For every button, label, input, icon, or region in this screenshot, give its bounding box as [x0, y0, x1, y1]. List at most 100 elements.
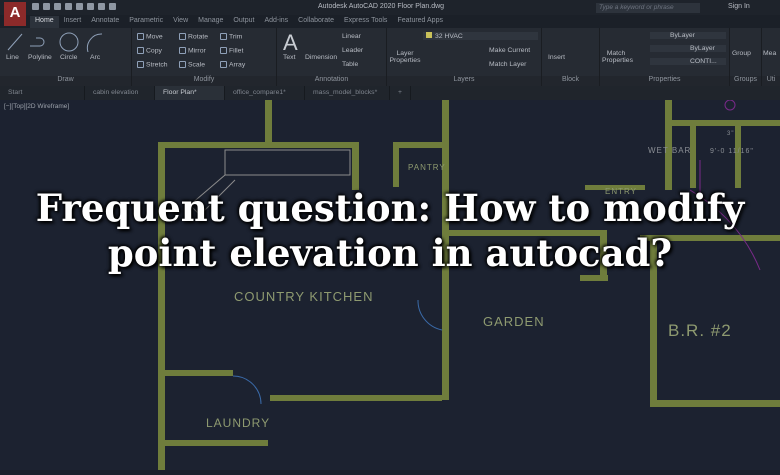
tab-add-ins[interactable]: Add-ins [259, 16, 293, 28]
utilities-panel-label[interactable]: Uti [762, 76, 780, 86]
doors [232, 299, 443, 405]
draw-panel-label[interactable]: Draw [0, 76, 131, 86]
trim-button[interactable]: Trim [220, 33, 242, 40]
room-wet-bar: WET BAR [648, 146, 691, 155]
room-laundry: LAUNDRY [206, 416, 270, 430]
sign-in-button[interactable]: Sign In [728, 3, 750, 10]
layers-panel-label[interactable]: Layers [387, 76, 541, 86]
polyline-button[interactable]: Polyline [28, 54, 52, 61]
search-input[interactable]: Type a keyword or phrase [596, 3, 700, 13]
window-title: Autodesk AutoCAD 2020 Floor Plan.dwg [318, 3, 445, 10]
insert-button[interactable]: Insert [548, 54, 565, 61]
room-country-kitchen: COUNTRY KITCHEN [234, 289, 373, 304]
mirror-button[interactable]: Mirror [179, 47, 206, 54]
move-icon [137, 33, 144, 40]
save-as-icon[interactable] [65, 3, 72, 10]
scale-icon [179, 61, 186, 68]
modify-panel: Move Rotate Trim Copy Mirror Fillet Stre… [132, 28, 277, 86]
line-button[interactable]: Line [6, 54, 19, 61]
tab-insert[interactable]: Insert [59, 16, 87, 28]
tab-output[interactable]: Output [228, 16, 259, 28]
modify-panel-label[interactable]: Modify [132, 76, 276, 86]
layer-properties-button[interactable]: Layer Properties [389, 50, 421, 64]
color-dropdown[interactable]: ByLayer [650, 32, 726, 39]
tab-annotate[interactable]: Annotate [86, 16, 124, 28]
new-tab-button[interactable]: + [390, 86, 411, 100]
linear-button[interactable]: Linear [342, 33, 361, 40]
undo-icon[interactable] [98, 3, 105, 10]
block-panel: Insert Block [542, 28, 600, 86]
layer-color-swatch [426, 32, 432, 38]
group-button[interactable]: Group [732, 50, 751, 57]
print-icon[interactable] [87, 3, 94, 10]
new-icon[interactable] [32, 3, 39, 10]
text-icon: A [283, 30, 298, 55]
dimension-button[interactable]: Dimension [305, 54, 337, 61]
array-button[interactable]: Array [220, 61, 245, 68]
draw-icons [7, 32, 103, 52]
document-tabs: Start cabin elevation Floor Plan* office… [0, 86, 780, 100]
layers-panel: Layer Properties 32 HVAC Make Current Ma… [387, 28, 542, 86]
stretch-icon [137, 61, 144, 68]
rotate-button[interactable]: Rotate [179, 33, 208, 40]
open-icon[interactable] [43, 3, 50, 10]
block-panel-label[interactable]: Block [542, 76, 599, 86]
floor-plan: PANTRY WET BAR 9'-0 11/16" 3" ENTRY COUN… [158, 99, 780, 470]
groups-panel-label[interactable]: Groups [730, 76, 761, 86]
text-button[interactable]: Text [283, 54, 295, 61]
draw-panel: Line Polyline Circle Arc Draw [0, 28, 132, 86]
match-layer-button[interactable]: Match Layer [489, 61, 526, 68]
lineweight-dropdown[interactable]: ByLayer [650, 45, 726, 52]
doc-tab-office-compare[interactable]: office_compare1* [225, 86, 305, 100]
doc-tab-floor-plan[interactable]: Floor Plan* [155, 86, 225, 100]
room-garden: GARDEN [483, 314, 545, 329]
doc-tab-cabin-elevation[interactable]: cabin elevation [85, 86, 155, 100]
tab-parametric[interactable]: Parametric [124, 16, 168, 28]
move-button[interactable]: Move [137, 33, 163, 40]
table-button[interactable]: Table [342, 61, 358, 68]
make-current-button[interactable]: Make Current [489, 47, 530, 54]
walls [158, 100, 780, 470]
rotate-icon [179, 33, 186, 40]
doc-tab-mass-model-blocks[interactable]: mass_model_blocks* [305, 86, 390, 100]
match-properties-button[interactable]: Match Properties [602, 50, 633, 64]
doc-tab-start[interactable]: Start [0, 86, 85, 100]
layer-dropdown[interactable]: 32 HVAC [423, 32, 538, 40]
groups-panel: Group Groups [730, 28, 762, 86]
fillet-button[interactable]: Fillet [220, 47, 243, 54]
tab-home[interactable]: Home [30, 16, 59, 28]
linetype-dropdown[interactable]: CONTI... [650, 58, 726, 65]
tab-view[interactable]: View [168, 16, 193, 28]
tab-manage[interactable]: Manage [193, 16, 228, 28]
publish-icon[interactable] [76, 3, 83, 10]
stretch-button[interactable]: Stretch [137, 61, 168, 68]
annotation-panel-label[interactable]: Annotation [277, 76, 386, 86]
title-bar: A Autodesk AutoCAD 2020 Floor Plan.dwg T… [0, 0, 780, 26]
copy-button[interactable]: Copy [137, 47, 162, 54]
ribbon-tabs: Home Insert Annotate Parametric View Man… [30, 16, 448, 28]
annotation-panel: A Text Dimension Linear Leader Table Ann… [277, 28, 387, 86]
quick-access-toolbar [32, 3, 116, 10]
ribbon: Line Polyline Circle Arc Draw Move Rotat… [0, 28, 780, 86]
app-menu-button[interactable]: A [4, 2, 26, 26]
dimension-small: 3" [727, 131, 734, 137]
copy-icon [137, 47, 144, 54]
utilities-panel: Mea Uti [762, 28, 780, 86]
measure-button[interactable]: Mea [763, 50, 776, 57]
fillet-icon [220, 47, 227, 54]
leader-button[interactable]: Leader [342, 47, 363, 54]
redo-icon[interactable] [109, 3, 116, 10]
tab-collaborate[interactable]: Collaborate [293, 16, 339, 28]
circle-button[interactable]: Circle [60, 54, 77, 61]
tab-featured-apps[interactable]: Featured Apps [392, 16, 448, 28]
tab-express-tools[interactable]: Express Tools [339, 16, 392, 28]
trim-icon [220, 33, 227, 40]
drawing-viewport[interactable]: PANTRY WET BAR 9'-0 11/16" 3" ENTRY COUN… [0, 99, 780, 470]
viewport-controls[interactable]: [−][Top][2D Wireframe] [4, 103, 69, 110]
properties-panel-label[interactable]: Properties [600, 76, 729, 86]
properties-panel: Match Properties ByLayer ByLayer CONTI..… [600, 28, 730, 86]
scale-button[interactable]: Scale [179, 61, 205, 68]
arc-button[interactable]: Arc [90, 54, 100, 61]
room-pantry: PANTRY [408, 163, 446, 172]
save-icon[interactable] [54, 3, 61, 10]
